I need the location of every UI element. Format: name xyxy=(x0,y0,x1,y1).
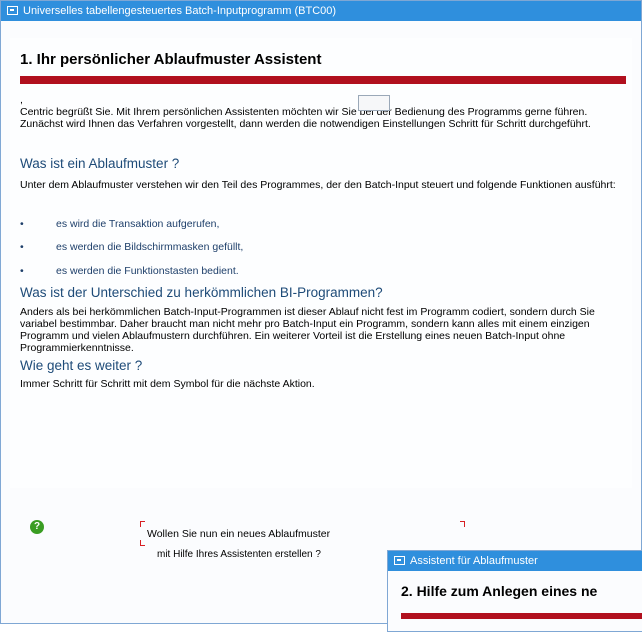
section-title-weiter: Wie geht es weiter ? xyxy=(20,358,143,373)
heading-divider-2 xyxy=(401,613,642,619)
list-item-text: es werden die Funktionstasten bedient. xyxy=(56,265,239,277)
window-titlebar[interactable]: Universelles tabellengesteuertes Batch-I… xyxy=(1,1,641,21)
list-item-text: es wird die Transaktion aufgerufen, xyxy=(56,218,220,230)
section-title-unterschied: Was ist der Unterschied zu herkömmlichen… xyxy=(20,285,383,300)
window-title: Universelles tabellengesteuertes Batch-I… xyxy=(23,5,337,17)
bullet-dot: • xyxy=(20,265,24,277)
window-icon xyxy=(394,556,405,565)
main-window: Universelles tabellengesteuertes Batch-I… xyxy=(0,0,642,624)
window-titlebar-2[interactable]: Assistent für Ablaufmuster xyxy=(388,551,642,571)
focus-corner-bottom-left xyxy=(140,540,145,546)
intro-text: Centric begrüßt Sie. Mit Ihrem persönlic… xyxy=(20,106,591,130)
focus-corner-top-right xyxy=(460,521,465,527)
dialog-button[interactable] xyxy=(358,95,390,111)
page-title: 1. Ihr persönlicher Ablaufmuster Assiste… xyxy=(20,51,322,68)
page-title-2: 2. Hilfe zum Anlegen eines ne xyxy=(401,583,598,599)
list-item-text: es werden die Bildschirmmasken gefüllt, xyxy=(56,241,244,253)
window-icon xyxy=(7,6,18,15)
focus-corner-top-left xyxy=(140,521,145,527)
question-icon: ? xyxy=(30,520,44,534)
bullet-dot: • xyxy=(20,218,24,230)
section-title-ablaufmuster: Was ist ein Ablaufmuster ? xyxy=(20,156,180,171)
prompt-question-line2: mit Hilfe Ihres Assistenten erstellen ? xyxy=(157,549,321,560)
section-text-unterschied: Anders als bei herkömmlichen Batch-Input… xyxy=(20,306,595,354)
heading-divider xyxy=(20,76,626,84)
section-text-weiter: Immer Schritt für Schritt mit dem Symbol… xyxy=(20,378,315,390)
assistant-window-2: Assistent für Ablaufmuster 2. Hilfe zum … xyxy=(387,550,642,632)
section-text-ablaufmuster: Unter dem Ablaufmuster verstehen wir den… xyxy=(20,179,616,191)
prompt-question-line1: Wollen Sie nun ein neues Ablaufmuster xyxy=(147,528,331,540)
assistant-content: 1. Ihr persönlicher Ablaufmuster Assiste… xyxy=(10,38,632,488)
window-title-2: Assistent für Ablaufmuster xyxy=(410,555,538,567)
bullet-dot: • xyxy=(20,241,24,253)
comma-text: , xyxy=(20,94,23,106)
